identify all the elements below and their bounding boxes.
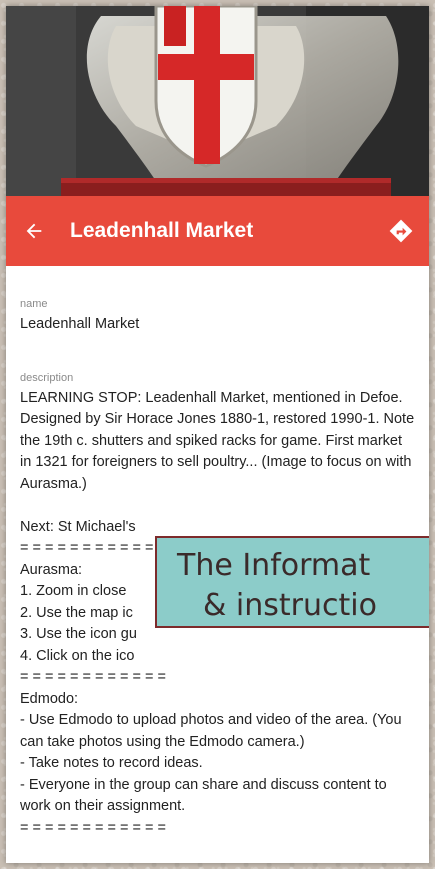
coat-of-arms-image <box>6 6 429 196</box>
caption-line-2: & instructio <box>203 588 377 623</box>
page-title: Leadenhall Market <box>70 219 254 242</box>
back-button[interactable] <box>6 196 62 266</box>
directions-button[interactable] <box>373 196 429 266</box>
place-photo <box>6 6 429 196</box>
directions-icon <box>389 219 413 243</box>
description-label: description <box>20 371 74 384</box>
name-value: Leadenhall Market <box>20 316 140 332</box>
name-label: name <box>20 298 48 310</box>
caption-line-1: The Informat <box>177 548 371 583</box>
app-bar: Leadenhall Market <box>6 196 429 266</box>
arrow-left-icon <box>26 223 42 239</box>
phone-screen: Leadenhall Market name Leadenhall Market… <box>6 6 429 863</box>
caption-overlay: The Informat & instructio <box>155 536 429 628</box>
